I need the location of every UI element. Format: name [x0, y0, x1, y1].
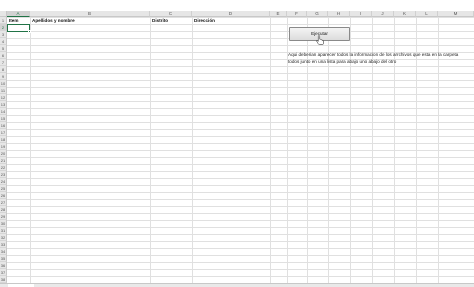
row-header[interactable]: 22 — [0, 164, 7, 171]
row-header[interactable]: 16 — [0, 122, 7, 129]
gridline — [270, 17, 271, 283]
row-header[interactable]: 8 — [0, 66, 7, 73]
gridline — [192, 17, 193, 283]
row-header[interactable]: 20 — [0, 150, 7, 157]
row-header[interactable]: 32 — [0, 234, 7, 241]
row-header[interactable]: 4 — [0, 38, 7, 45]
row-header[interactable]: 19 — [0, 143, 7, 150]
row-header[interactable]: 12 — [0, 94, 7, 101]
row-header[interactable]: 33 — [0, 241, 7, 248]
hand-pointer-icon — [316, 35, 324, 45]
fill-handle[interactable] — [28, 30, 31, 33]
active-cell-a2[interactable] — [7, 24, 30, 32]
row-header[interactable]: 37 — [0, 269, 7, 276]
cell-c1-distrito[interactable]: Distrito — [152, 17, 168, 24]
row-header[interactable]: 34 — [0, 248, 7, 255]
row-header[interactable]: 26 — [0, 192, 7, 199]
row-header[interactable]: 6 — [0, 52, 7, 59]
row-header[interactable]: 29 — [0, 213, 7, 220]
row-header[interactable]: 31 — [0, 227, 7, 234]
row-header[interactable]: 7 — [0, 59, 7, 66]
cell-d1-direccion[interactable]: Dirección — [194, 17, 215, 24]
gridline — [150, 17, 151, 283]
row-header[interactable]: 10 — [0, 80, 7, 87]
row-header[interactable]: 30 — [0, 220, 7, 227]
row-header[interactable]: 35 — [0, 255, 7, 262]
row-header[interactable]: 14 — [0, 108, 7, 115]
spreadsheet: A B C D E F G H I J K L M 1 2 3 4 5 6 7 8 9 10 11 1… — [0, 0, 474, 284]
row-header[interactable]: 2 — [0, 24, 7, 31]
row-header[interactable]: 28 — [0, 206, 7, 213]
gridline — [30, 17, 31, 283]
row-header[interactable]: 24 — [0, 178, 7, 185]
row-header[interactable]: 9 — [0, 73, 7, 80]
sheet-tab-bar — [0, 283, 474, 287]
cell-a1-item[interactable]: Item — [9, 17, 18, 24]
row-header[interactable]: 3 — [0, 31, 7, 38]
row-header[interactable]: 5 — [0, 45, 7, 52]
row-header[interactable]: 17 — [0, 129, 7, 136]
row-header[interactable]: 38 — [0, 276, 7, 283]
row-header[interactable]: 23 — [0, 171, 7, 178]
note-line-1: Aqui deberian aparecer todos la informac… — [288, 52, 459, 57]
row-header[interactable]: 13 — [0, 101, 7, 108]
row-header[interactable]: 21 — [0, 157, 7, 164]
row-header[interactable]: 18 — [0, 136, 7, 143]
cell-b1-apellidos[interactable]: Apellidos y nombre — [32, 17, 75, 24]
row-header[interactable]: 1 — [0, 17, 7, 24]
row-header[interactable]: 36 — [0, 262, 7, 269]
row-header[interactable]: 11 — [0, 87, 7, 94]
note-line-2: todos junto en una lista para abajo uno … — [288, 59, 397, 64]
row-header[interactable]: 15 — [0, 115, 7, 122]
row-header[interactable]: 27 — [0, 199, 7, 206]
row-header[interactable]: 25 — [0, 185, 7, 192]
